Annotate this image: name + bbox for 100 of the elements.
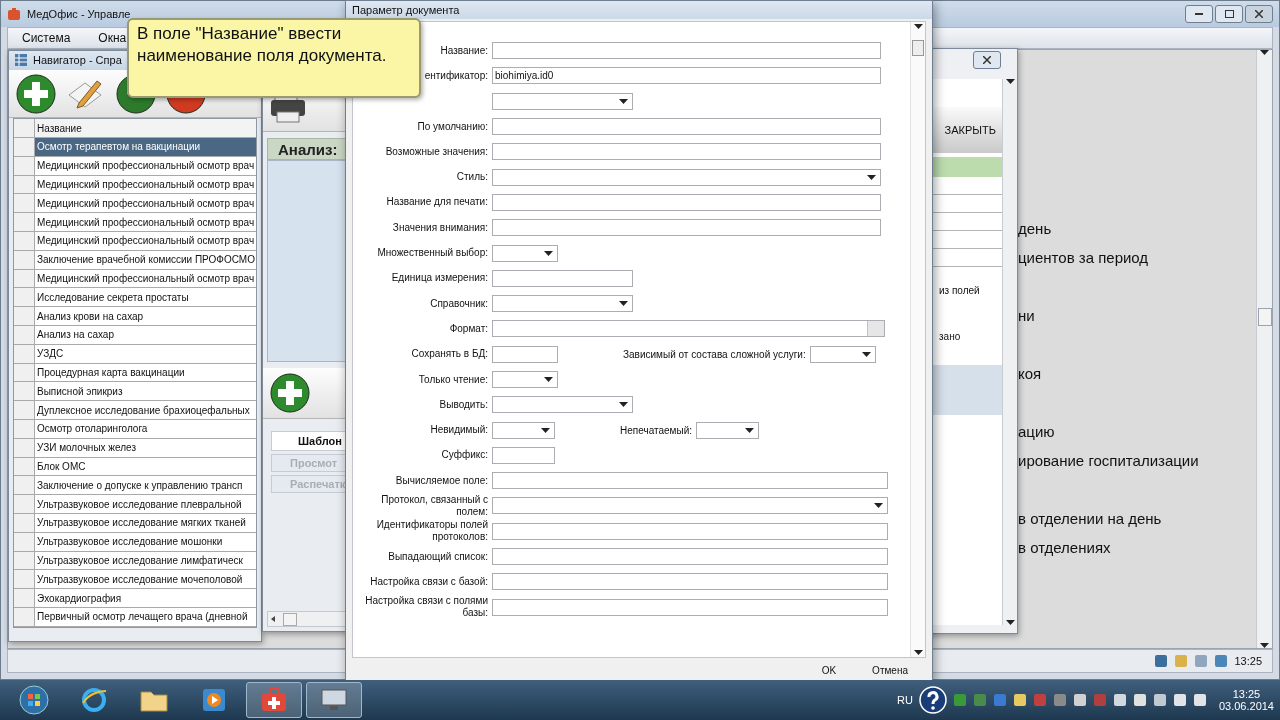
dropdown[interactable] — [492, 421, 555, 439]
field-label: Справочник: — [429, 297, 488, 310]
dialog-button[interactable]: OK — [817, 662, 841, 678]
text-field[interactable] — [492, 143, 881, 161]
dropdown-arrow-icon — [544, 250, 553, 256]
field-label: Стиль: — [455, 171, 488, 184]
dropdown[interactable] — [809, 345, 876, 363]
scrollbar-thumb[interactable] — [912, 40, 924, 56]
report-link[interactable]: в отделении на день — [1018, 504, 1256, 533]
dropdown-arrow-icon — [544, 377, 553, 382]
add-icon[interactable] — [15, 72, 57, 115]
scrollbar[interactable] — [1256, 50, 1272, 648]
text-field[interactable] — [492, 472, 888, 490]
scroll-down-icon — [1005, 620, 1015, 625]
row-header[interactable] — [14, 401, 35, 419]
monitor-icon[interactable] — [306, 682, 362, 718]
text-field[interactable] — [492, 573, 888, 591]
text-field[interactable] — [492, 548, 888, 566]
scrollbar[interactable] — [910, 22, 925, 657]
field-label: Настройка связи с базой: — [369, 575, 488, 588]
dropdown[interactable] — [492, 295, 633, 313]
text-field[interactable] — [492, 219, 881, 237]
field-label: Идентификаторы полей протоколов: — [375, 519, 488, 544]
row-header[interactable] — [14, 570, 35, 589]
tray-icon[interactable] — [1012, 693, 1027, 707]
menu-item[interactable]: Окна — [98, 31, 127, 45]
report-link[interactable]: ирование госпитализации — [1018, 446, 1256, 475]
row-header[interactable] — [14, 288, 35, 307]
dropdown[interactable] — [492, 168, 881, 186]
report-link[interactable]: в отделениях — [1018, 533, 1256, 562]
row-header[interactable] — [14, 382, 35, 401]
window-title: Навигатор - Спра — [33, 54, 122, 67]
row-header[interactable] — [14, 213, 35, 231]
format-field[interactable] — [492, 320, 885, 338]
row-header[interactable] — [14, 476, 35, 495]
field-label: Множественный выбор: — [376, 247, 488, 259]
text-field[interactable]: biohimiya.id0 — [492, 67, 881, 85]
minimize-button[interactable] — [1185, 5, 1213, 23]
browse-button[interactable] — [867, 321, 884, 337]
field-label: Настройка связи с полями базы: — [364, 595, 488, 620]
table-row[interactable]: Осмотр терапевтом на вакцинации — [35, 138, 256, 156]
field-label: Возможные значения: — [384, 145, 488, 158]
dropdown-arrow-icon — [874, 503, 883, 509]
row-header[interactable] — [14, 138, 35, 156]
menu-item[interactable]: Система — [22, 31, 71, 45]
column-header[interactable]: Название — [35, 119, 256, 138]
dropdown[interactable] — [492, 396, 633, 414]
text-field[interactable] — [492, 446, 555, 464]
field-text: зано — [938, 329, 962, 344]
dialog-button[interactable]: Отмена — [868, 662, 912, 678]
dropdown[interactable] — [492, 92, 633, 110]
field-text: из полей — [938, 283, 981, 298]
scroll-left-icon[interactable] — [271, 616, 275, 622]
field-label: Выводить: — [438, 398, 488, 411]
hint-text: В поле "Название" ввести наименование поля документа. — [137, 23, 388, 67]
dropdown-arrow-icon — [541, 427, 550, 433]
report-link[interactable]: день — [1018, 214, 1256, 243]
text-field[interactable] — [492, 522, 888, 540]
dropdown[interactable] — [492, 244, 558, 262]
section-title: Анализ: — [278, 140, 338, 158]
language-indicator[interactable]: RU — [897, 694, 913, 706]
close-button[interactable] — [973, 51, 1001, 69]
report-link[interactable]: ацию — [1018, 417, 1256, 446]
close-icon — [1255, 10, 1263, 18]
text-field[interactable] — [492, 598, 888, 616]
close-button[interactable] — [1245, 5, 1273, 23]
scrollbar-thumb[interactable] — [1258, 308, 1272, 326]
dropdown[interactable] — [492, 497, 888, 515]
row-header[interactable] — [14, 326, 35, 344]
maximize-button[interactable] — [1215, 5, 1243, 23]
scrollbar-thumb[interactable] — [283, 612, 297, 626]
text-field[interactable] — [492, 345, 558, 363]
field-label: Выпадающий список: — [387, 550, 488, 563]
dropdown-arrow-icon — [619, 301, 628, 307]
scrollbar[interactable] — [1002, 79, 1017, 625]
field-label: Сохранять в БД: — [410, 348, 488, 361]
report-link[interactable]: циентов за период — [1018, 243, 1256, 272]
clock-date: 03.06.2014 — [1218, 700, 1274, 712]
dropdown-arrow-icon — [619, 98, 628, 104]
text-field[interactable] — [492, 269, 633, 287]
text-field[interactable] — [492, 118, 881, 136]
help-icon[interactable] — [918, 686, 947, 714]
row-header[interactable] — [14, 307, 35, 325]
dropdown[interactable] — [696, 421, 759, 439]
report-link[interactable]: ни — [1018, 301, 1256, 330]
status-time: 13:25 — [1234, 655, 1262, 667]
report-link[interactable]: коя — [1018, 359, 1256, 388]
add-icon[interactable] — [269, 372, 311, 414]
tray-icon[interactable] — [1072, 693, 1087, 707]
field-label: По умолчанию: — [416, 120, 488, 133]
tray-icon[interactable] — [1132, 693, 1147, 707]
text-field[interactable] — [492, 42, 881, 60]
dropdown[interactable] — [492, 371, 558, 388]
row-header[interactable] — [14, 495, 35, 513]
medkit-icon[interactable] — [246, 682, 302, 718]
text-field[interactable] — [492, 193, 881, 211]
row-header[interactable] — [14, 589, 35, 607]
row-header[interactable] — [14, 232, 35, 250]
row-header[interactable] — [14, 194, 35, 213]
dialog-title: Параметр документа — [352, 4, 460, 16]
